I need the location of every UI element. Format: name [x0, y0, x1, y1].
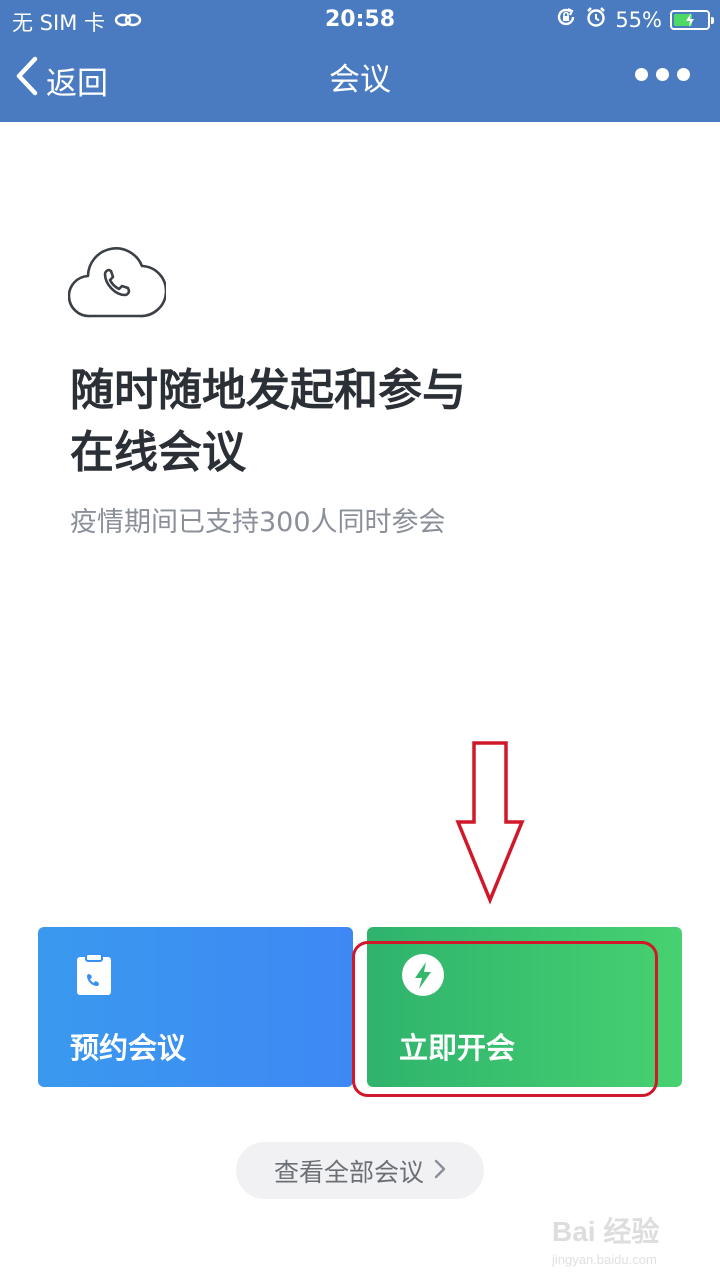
schedule-meeting-label: 预约会议 [70, 1031, 187, 1065]
page-title: 会议 [329, 62, 391, 98]
rotation-lock-icon [555, 6, 577, 33]
watermark-brand: Bai 经验 [552, 1216, 660, 1247]
status-right: 55% [555, 6, 714, 33]
app-header: 无 SIM 卡 20:58 55% 返回 会议 [0, 0, 720, 122]
more-dot-icon [656, 68, 669, 81]
nav-bar: 返回 会议 [0, 44, 720, 116]
status-bar: 无 SIM 卡 20:58 55% [0, 0, 720, 40]
battery-percent: 55% [615, 7, 662, 32]
clipboard-phone-icon [72, 953, 116, 997]
more-dot-icon [677, 68, 690, 81]
start-meeting-label: 立即开会 [399, 1031, 516, 1065]
lightning-icon [401, 953, 445, 997]
headline-line-2: 在线会议 [70, 427, 246, 478]
headline: 随时随地发起和参与 在线会议 [70, 360, 670, 484]
cloud-phone-icon [67, 240, 168, 320]
battery-icon [670, 9, 714, 30]
down-arrow-annotation-icon [450, 740, 530, 905]
alarm-icon [585, 6, 607, 33]
schedule-meeting-button[interactable]: 预约会议 [38, 927, 353, 1087]
chevron-right-icon [434, 1156, 446, 1185]
more-options-button[interactable] [635, 68, 690, 81]
watermark-url: jingyan.baidu.com [552, 1252, 657, 1267]
headline-line-1: 随时随地发起和参与 [70, 365, 466, 416]
view-all-meetings-button[interactable]: 查看全部会议 [236, 1142, 484, 1199]
more-dot-icon [635, 68, 648, 81]
view-all-label: 查看全部会议 [273, 1157, 424, 1187]
baidu-watermark: Bai 经验 jingyan.baidu.com [552, 1210, 682, 1270]
start-meeting-button[interactable]: 立即开会 [367, 927, 682, 1087]
subtitle: 疫情期间已支持300人同时参会 [70, 507, 446, 538]
